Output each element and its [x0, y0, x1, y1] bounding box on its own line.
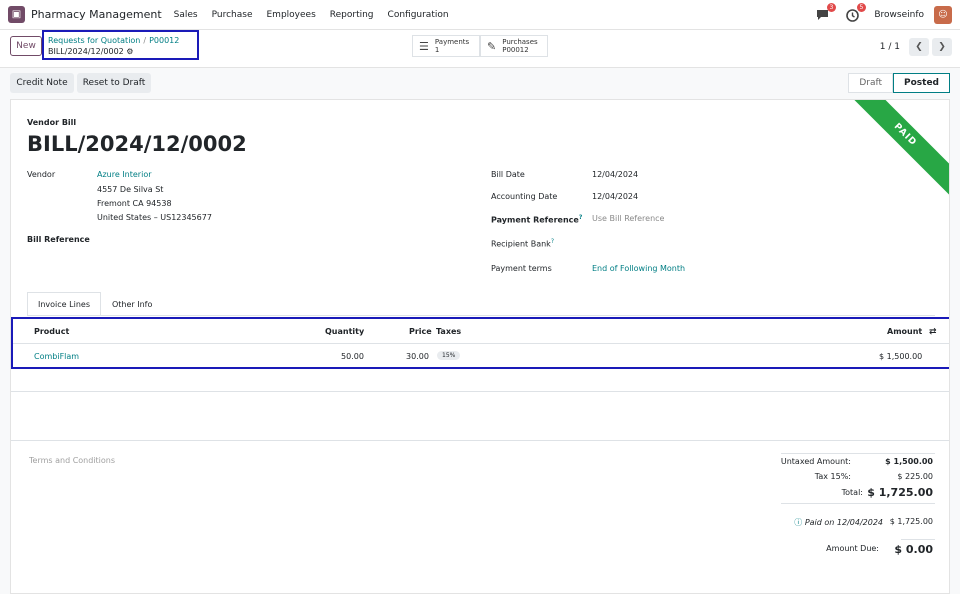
edit-icon: ✎ — [487, 39, 497, 53]
status-draft[interactable]: Draft — [848, 73, 893, 93]
systray: 3 5 Browseinfo ☺ — [814, 3, 952, 24]
amount-due-label: Amount Due: — [826, 544, 879, 553]
column-settings-icon[interactable]: ⇄ — [929, 327, 937, 337]
current-record-name: BILL/2024/12/0002 — [48, 47, 124, 56]
row-price[interactable]: 30.00 — [406, 352, 429, 361]
payments-smart-button[interactable]: ☰ Payments 1 — [412, 35, 480, 57]
menu-configuration[interactable]: Configuration — [388, 10, 449, 20]
recipient-bank-field[interactable] — [592, 238, 792, 250]
notebook-tabs: Invoice Lines Other Info — [27, 292, 163, 316]
vendor-address-line1: 4557 De Silva St — [97, 185, 164, 194]
new-button[interactable]: New — [10, 36, 42, 56]
bill-date-field[interactable]: 12/04/2024 — [592, 170, 638, 179]
row-product[interactable]: CombiFlam — [34, 352, 79, 361]
purchases-value: P00012 — [502, 46, 529, 54]
section-divider — [11, 391, 949, 392]
payments-count: 1 — [434, 46, 440, 54]
menu-purchase[interactable]: Purchase — [212, 10, 253, 20]
col-product[interactable]: Product — [34, 327, 69, 336]
purchases-smart-button[interactable]: ✎ Purchases P00012 — [480, 35, 548, 57]
vendor-address-line2: Fremont CA 94538 — [97, 199, 172, 208]
control-panel: New Requests for Quotation / P00012 BILL/2… — [0, 30, 960, 68]
payments-label: Payments — [434, 38, 470, 46]
row-tax-badge[interactable]: 15% — [437, 351, 461, 360]
app-name[interactable]: Pharmacy Management — [31, 8, 162, 21]
total-value: $ 1,725.00 — [867, 486, 933, 499]
menu-sales[interactable]: Sales — [174, 10, 198, 20]
menu-employees[interactable]: Employees — [267, 10, 316, 20]
col-taxes[interactable]: Taxes — [436, 327, 461, 336]
paid-on-line: ⓘ Paid on 12/04/2024 — [711, 517, 883, 528]
top-navbar: ▣ Pharmacy Management Sales Purchase Emp… — [0, 0, 960, 30]
status-row: Credit Note Reset to Draft Draft Posted — [0, 68, 960, 98]
col-price[interactable]: Price — [409, 327, 432, 336]
table-header-divider — [13, 343, 949, 344]
section-divider — [11, 440, 949, 441]
main-menu: Sales Purchase Employees Reporting Confi… — [174, 10, 463, 20]
pager: 1 / 1 ❮ ❯ — [880, 38, 952, 56]
gear-icon[interactable]: ⚙ — [126, 47, 133, 56]
payment-reference-label: Payment Reference? — [491, 214, 583, 225]
accounting-date-field[interactable]: 12/04/2024 — [592, 192, 638, 201]
list-icon: ☰ — [419, 39, 429, 53]
status-posted[interactable]: Posted — [893, 73, 950, 93]
messages-icon[interactable]: 3 — [814, 3, 837, 23]
paid-ribbon: PAID — [840, 100, 949, 200]
breadcrumb: Requests for Quotation / P00012 BILL/2024/… — [42, 30, 199, 60]
menu-reporting[interactable]: Reporting — [330, 10, 374, 20]
reset-to-draft-button[interactable]: Reset to Draft — [77, 73, 151, 93]
activities-badge: 5 — [856, 3, 867, 12]
invoice-lines-table: Product Quantity Price Taxes Amount ⇄ Co… — [11, 317, 949, 369]
help-tooltip-icon[interactable]: ? — [579, 214, 582, 221]
company-switcher[interactable]: Browseinfo — [874, 10, 924, 20]
amount-due-value: $ 0.00 — [894, 543, 933, 556]
pager-previous-icon[interactable]: ❮ — [909, 38, 929, 56]
document-name: BILL/2024/12/0002 — [27, 132, 247, 156]
tax-value: $ 225.00 — [897, 472, 933, 481]
paid-amount-value: $ 1,725.00 — [889, 517, 933, 526]
form-sheet: PAID Vendor Bill BILL/2024/12/0002 Vendo… — [10, 99, 950, 594]
accounting-date-label: Accounting Date — [491, 192, 558, 201]
row-amount: $ 1,500.00 — [879, 352, 923, 361]
recipient-bank-label: Recipient Bank? — [491, 238, 554, 249]
payment-terms-field[interactable]: End of Following Month — [592, 264, 685, 273]
paid-on-label: Paid on 12/04/2024 — [804, 518, 883, 527]
amount-due-divider — [901, 539, 935, 540]
pager-counter[interactable]: 1 / 1 — [880, 42, 900, 52]
tax-label: Tax 15%: — [814, 472, 851, 481]
messages-badge: 3 — [826, 3, 837, 12]
vendor-field[interactable]: Azure Interior — [97, 170, 152, 179]
breadcrumb-separator: / — [143, 36, 147, 45]
tab-divider — [27, 315, 935, 316]
bill-date-label: Bill Date — [491, 170, 525, 179]
user-avatar[interactable]: ☺ — [934, 6, 952, 24]
payment-reference-field[interactable]: Use Bill Reference — [592, 214, 664, 223]
payment-terms-label: Payment terms — [491, 264, 552, 273]
col-amount[interactable]: Amount — [887, 327, 922, 336]
info-circle-icon[interactable]: ⓘ — [794, 518, 802, 527]
untaxed-amount-value: $ 1,500.00 — [885, 457, 933, 466]
pager-next-icon[interactable]: ❯ — [932, 38, 952, 56]
activities-clock-icon[interactable]: 5 — [844, 3, 867, 23]
credit-note-button[interactable]: Credit Note — [10, 73, 74, 93]
purchases-label: Purchases — [502, 38, 538, 46]
totals-top-border — [781, 453, 935, 454]
vendor-label: Vendor — [27, 170, 56, 179]
total-label: Total: — [841, 488, 863, 497]
untaxed-amount-label: Untaxed Amount: — [780, 457, 851, 466]
help-tooltip-icon[interactable]: ? — [551, 238, 554, 245]
vendor-address-line3: United States – US12345677 — [97, 213, 212, 222]
document-type: Vendor Bill — [27, 118, 77, 127]
breadcrumb-rfq-link[interactable]: Requests for Quotation — [48, 36, 140, 45]
breadcrumb-po-link[interactable]: P00012 — [149, 36, 179, 45]
tab-other-info[interactable]: Other Info — [101, 292, 163, 316]
apps-menu-icon[interactable]: ▣ — [8, 6, 25, 23]
row-quantity[interactable]: 50.00 — [341, 352, 364, 361]
totals-divider — [781, 503, 935, 504]
tab-invoice-lines[interactable]: Invoice Lines — [27, 292, 101, 316]
terms-and-conditions-field[interactable]: Terms and Conditions — [29, 456, 115, 465]
col-quantity[interactable]: Quantity — [325, 327, 364, 336]
statusbar: Draft Posted — [848, 73, 950, 93]
bill-reference-label: Bill Reference — [27, 235, 90, 244]
